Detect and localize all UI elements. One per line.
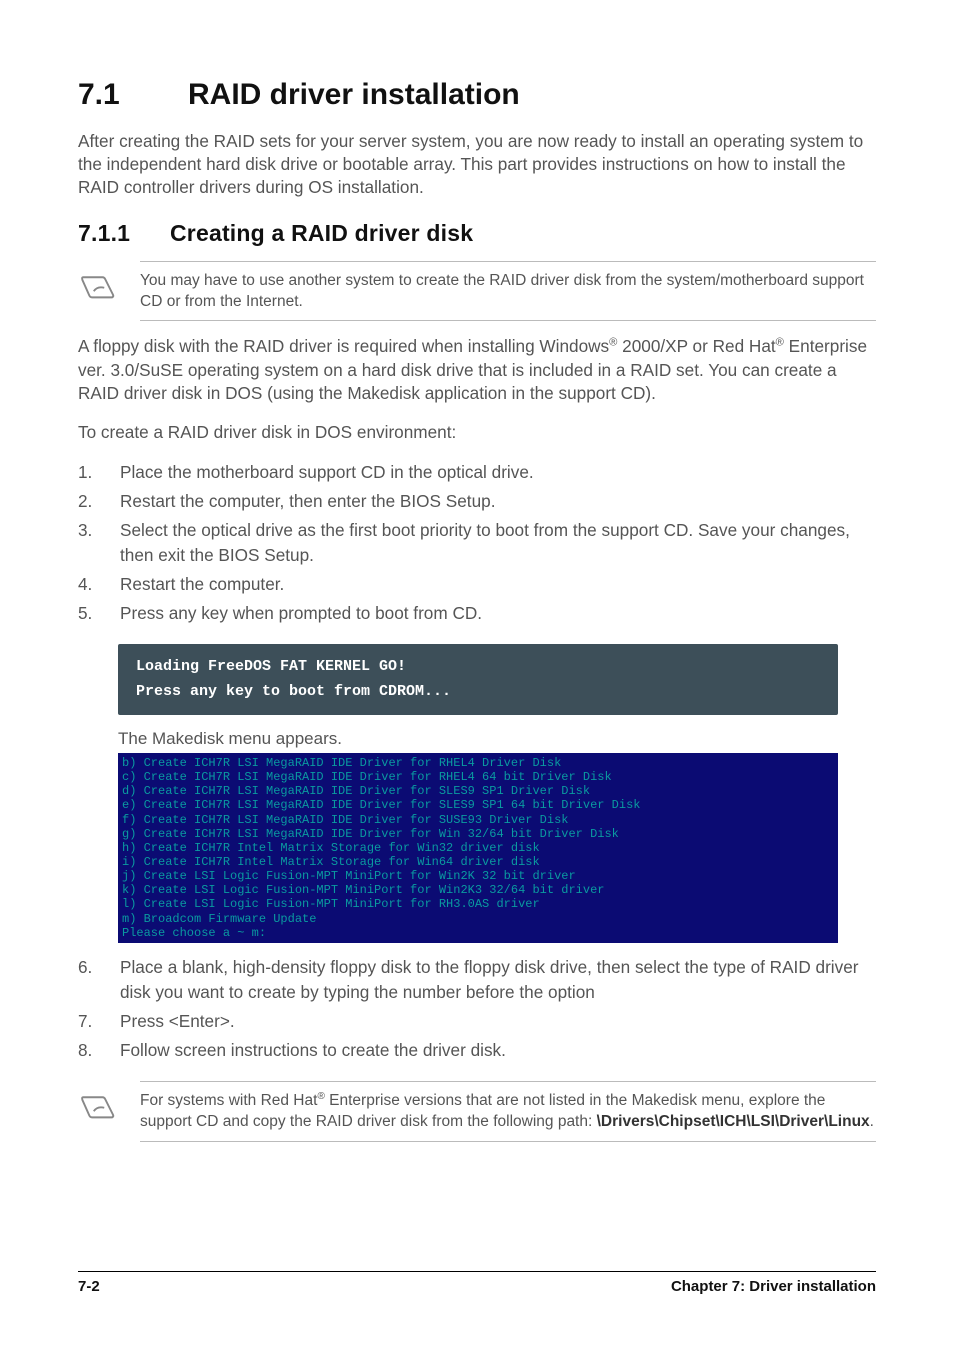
chapter-label: Chapter 7: Driver installation — [671, 1278, 876, 1295]
subsection-number: 7.1.1 — [78, 220, 170, 247]
driver-path: \Drivers\Chipset\ICH\LSI\Driver\Linux — [597, 1113, 870, 1130]
terminal-freedos: Loading FreeDOS FAT KERNEL GO! Press any… — [118, 644, 838, 715]
subsection-heading: 7.1.1Creating a RAID driver disk — [78, 220, 876, 247]
steps-list-2: 6.Place a blank, high-density floppy dis… — [78, 955, 876, 1063]
makedisk-caption: The Makedisk menu appears. — [118, 729, 876, 749]
section-heading: 7.1RAID driver installation — [78, 78, 876, 112]
section-intro: After creating the RAID sets for your se… — [78, 130, 876, 200]
list-item: 7.Press <Enter>. — [78, 1009, 876, 1034]
list-item: 3.Select the optical drive as the first … — [78, 518, 876, 568]
section-title-text: RAID driver installation — [188, 78, 520, 111]
list-item: 2.Restart the computer, then enter the B… — [78, 489, 876, 514]
note-text: You may have to use another system to cr… — [140, 261, 876, 322]
subsection-title-text: Creating a RAID driver disk — [170, 220, 473, 246]
page-footer: 7-2 Chapter 7: Driver installation — [78, 1271, 876, 1295]
page-number: 7-2 — [78, 1278, 100, 1295]
terminal-makedisk-menu: b) Create ICH7R LSI MegaRAID IDE Driver … — [118, 753, 838, 943]
note-block-1: You may have to use another system to cr… — [78, 261, 876, 322]
list-item: 8.Follow screen instructions to create t… — [78, 1038, 876, 1063]
note-icon — [78, 1085, 120, 1127]
note-icon — [78, 265, 120, 307]
list-item: 4.Restart the computer. — [78, 572, 876, 597]
paragraph-floppy: A floppy disk with the RAID driver is re… — [78, 335, 876, 405]
reg-mark: ® — [776, 337, 784, 349]
list-item: 1.Place the motherboard support CD in th… — [78, 460, 876, 485]
section-number: 7.1 — [78, 78, 188, 112]
list-item: 6.Place a blank, high-density floppy dis… — [78, 955, 876, 1005]
steps-list-1: 1.Place the motherboard support CD in th… — [78, 460, 876, 626]
note-block-2: For systems with Red Hat® Enterprise ver… — [78, 1081, 876, 1142]
terminal-line: Loading FreeDOS FAT KERNEL GO! — [136, 654, 820, 680]
list-item: 5.Press any key when prompted to boot fr… — [78, 601, 876, 626]
paragraph-dos-intro: To create a RAID driver disk in DOS envi… — [78, 421, 876, 444]
note-text: For systems with Red Hat® Enterprise ver… — [140, 1081, 876, 1142]
terminal-line: Press any key to boot from CDROM... — [136, 679, 820, 705]
reg-mark: ® — [317, 1091, 324, 1102]
